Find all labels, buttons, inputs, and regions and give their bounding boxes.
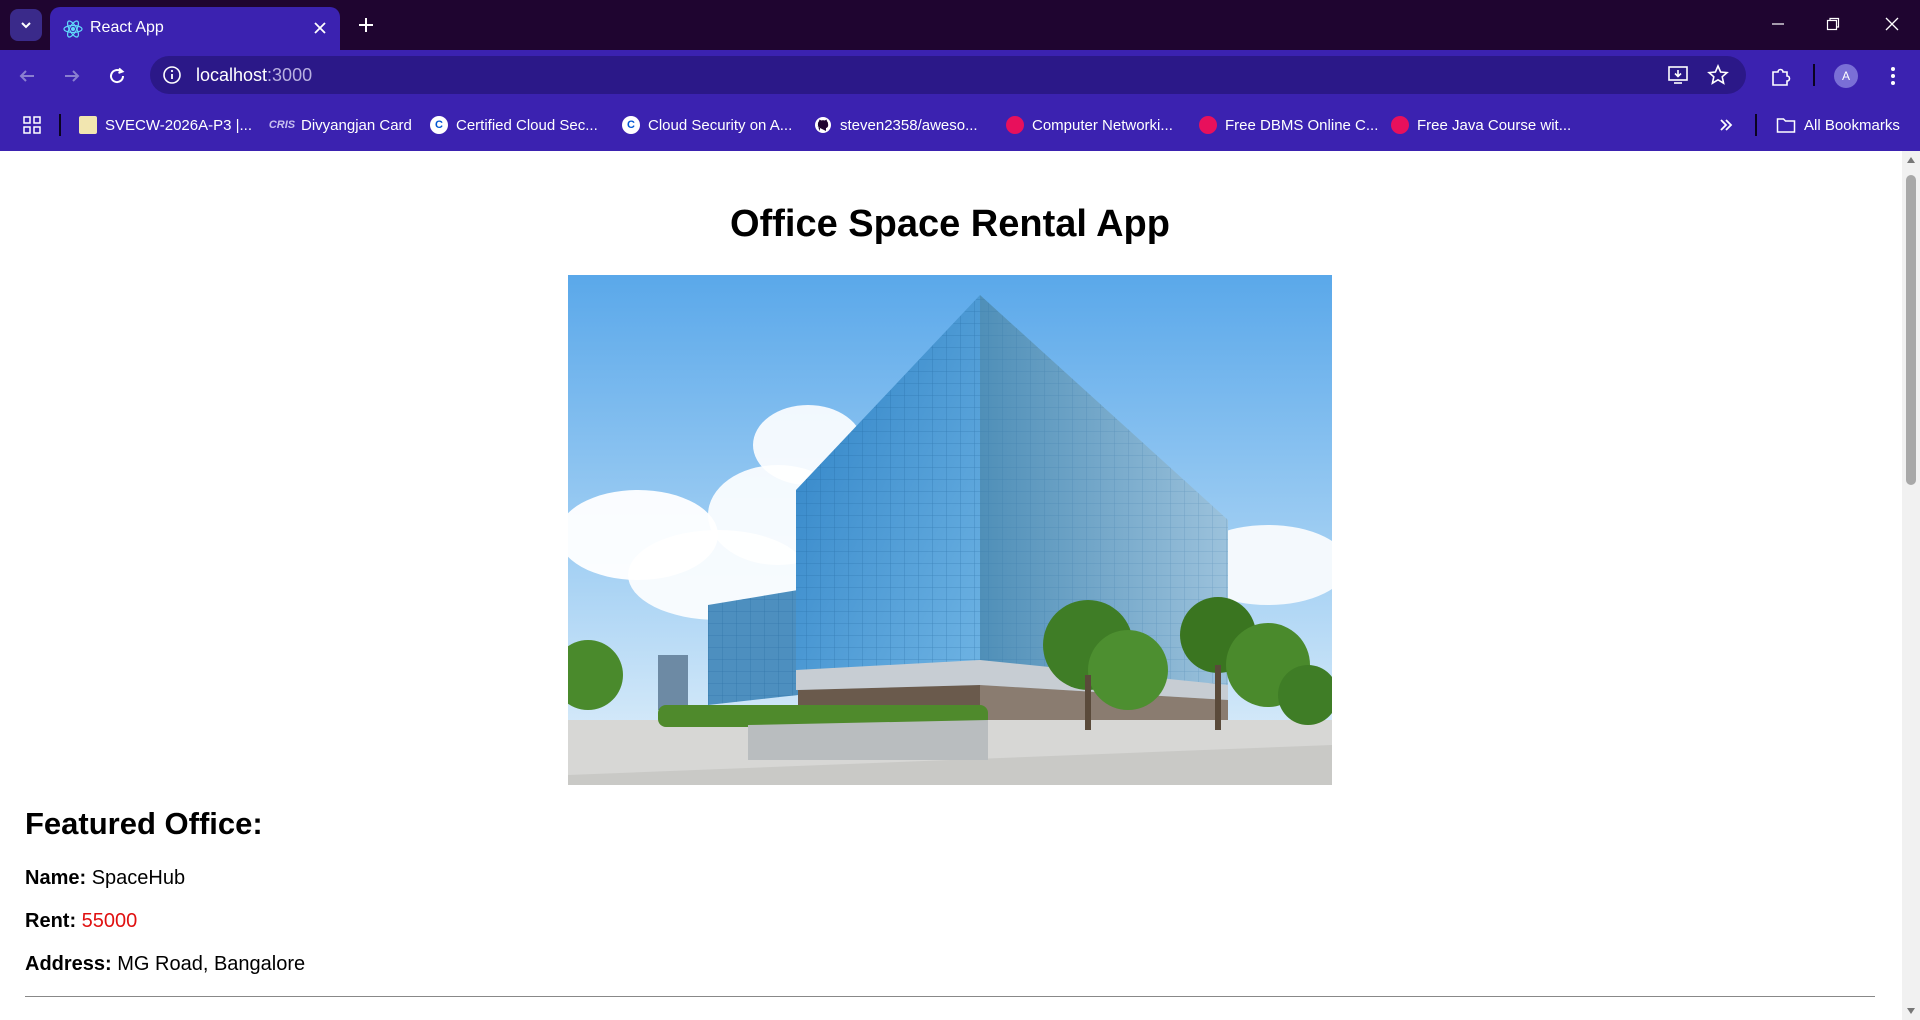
tab-title: React App — [90, 19, 164, 36]
new-tab-button[interactable] — [352, 11, 380, 39]
bookmark-label: Certified Cloud Sec... — [456, 116, 598, 134]
close-icon — [1885, 17, 1899, 31]
restore-button[interactable] — [1813, 8, 1853, 40]
chevron-down-icon — [21, 22, 31, 29]
puzzle-icon — [1772, 68, 1791, 86]
bookmarks-divider — [59, 114, 61, 136]
bookmark-item[interactable]: steven2358/aweso... — [814, 114, 978, 136]
rent-label: Rent: — [25, 910, 77, 932]
bookmark-item[interactable]: CRIS Divyangjan Card — [268, 114, 412, 136]
cris-icon: CRIS — [268, 119, 296, 131]
college-icon — [79, 116, 97, 134]
bookmark-item[interactable]: C Certified Cloud Sec... — [430, 114, 598, 136]
testbook-icon — [1391, 116, 1409, 134]
apps-button[interactable] — [22, 114, 42, 136]
plus-icon — [359, 18, 373, 32]
address-value: MG Road, Bangalore — [117, 953, 306, 975]
all-bookmarks-button[interactable]: All Bookmarks — [1776, 114, 1900, 136]
name-value: SpaceHub — [91, 867, 186, 889]
testbook-icon — [1199, 116, 1217, 134]
bookmark-label: SVECW-2026A-P3 |... — [105, 116, 253, 134]
minimize-icon — [1772, 23, 1784, 25]
apps-grid-icon — [23, 116, 41, 134]
name-label: Name: — [25, 867, 87, 889]
bookmark-item[interactable]: Computer Networki... — [1006, 114, 1173, 136]
browser-toolbar: localhost:3000 — [0, 50, 1920, 100]
page-content: Office Space Rental App Featured Office:… — [0, 151, 1902, 1020]
react-icon — [63, 20, 83, 38]
scrollbar-thumb[interactable] — [1906, 175, 1916, 485]
scroll-down-icon[interactable] — [1906, 1006, 1916, 1016]
github-icon — [815, 117, 831, 133]
bookmark-item[interactable]: C Cloud Security on A... — [622, 114, 792, 136]
bookmark-item[interactable]: Free Java Course wit... — [1391, 114, 1571, 136]
testbook-icon — [1006, 116, 1024, 134]
install-app-button[interactable] — [1666, 63, 1690, 87]
minimize-button[interactable] — [1758, 8, 1798, 40]
reload-button[interactable] — [101, 60, 133, 92]
office-building-image — [568, 275, 1332, 785]
office-address-row: Address: MG Road, Bangalore — [25, 953, 305, 976]
page-title: Office Space Rental App — [730, 203, 1170, 245]
url-host: localhost — [196, 65, 268, 85]
star-icon — [1707, 64, 1729, 85]
menu-button[interactable] — [1877, 60, 1909, 92]
bookmarks-overflow-button[interactable] — [1718, 114, 1734, 136]
scroll-up-icon[interactable] — [1906, 155, 1916, 165]
tab-close-button[interactable] — [308, 16, 332, 40]
close-window-button[interactable] — [1872, 8, 1912, 40]
divider — [25, 996, 1875, 997]
bookmark-label: Cloud Security on A... — [648, 116, 793, 134]
bookmark-label: Free Java Course wit... — [1417, 116, 1572, 134]
url-text[interactable]: localhost:3000 — [196, 65, 312, 86]
restore-icon — [1826, 17, 1840, 31]
toolbar-divider — [1813, 64, 1815, 86]
bookmark-star-button[interactable] — [1706, 63, 1730, 87]
active-tab[interactable]: React App — [50, 7, 340, 50]
bookmark-label: Free DBMS Online C... — [1225, 116, 1379, 134]
office-name-row: Name: SpaceHub — [25, 867, 185, 890]
vertical-scrollbar[interactable] — [1902, 151, 1920, 1020]
tab-search-button[interactable] — [10, 9, 42, 41]
double-chevron-right-icon — [1720, 119, 1733, 131]
info-icon[interactable] — [162, 65, 182, 85]
coursera-icon: C — [622, 116, 640, 134]
url-port: :3000 — [267, 65, 313, 85]
address-bar[interactable]: localhost:3000 — [150, 56, 1746, 94]
install-icon — [1668, 66, 1688, 84]
coursera-icon: C — [430, 116, 448, 134]
featured-heading: Featured Office: — [25, 806, 263, 841]
bookmarks-bar: SVECW-2026A-P3 |... CRIS Divyangjan Card… — [0, 100, 1920, 151]
bookmark-label: Computer Networki... — [1032, 116, 1173, 134]
rent-value: 55000 — [81, 910, 138, 932]
all-bookmarks-label: All Bookmarks — [1804, 116, 1900, 134]
arrow-right-icon — [65, 70, 80, 82]
reload-icon — [110, 67, 125, 84]
bookmark-item[interactable]: SVECW-2026A-P3 |... — [79, 114, 252, 136]
back-button[interactable] — [11, 60, 43, 92]
more-vertical-icon — [1891, 67, 1895, 85]
forward-button[interactable] — [56, 60, 88, 92]
address-label: Address: — [25, 953, 112, 975]
folder-icon — [1776, 118, 1796, 133]
bookmark-item[interactable]: Free DBMS Online C... — [1199, 114, 1378, 136]
profile-avatar[interactable]: A — [1834, 64, 1858, 88]
arrow-left-icon — [19, 70, 34, 82]
close-icon — [314, 22, 326, 34]
office-rent-row: Rent: 55000 — [25, 910, 137, 933]
bookmark-label: Divyangjan Card — [301, 116, 412, 134]
tab-strip: React App — [0, 0, 1920, 50]
bookmarks-divider — [1755, 114, 1757, 136]
bookmark-label: steven2358/aweso... — [840, 116, 978, 134]
extensions-button[interactable] — [1765, 60, 1797, 92]
